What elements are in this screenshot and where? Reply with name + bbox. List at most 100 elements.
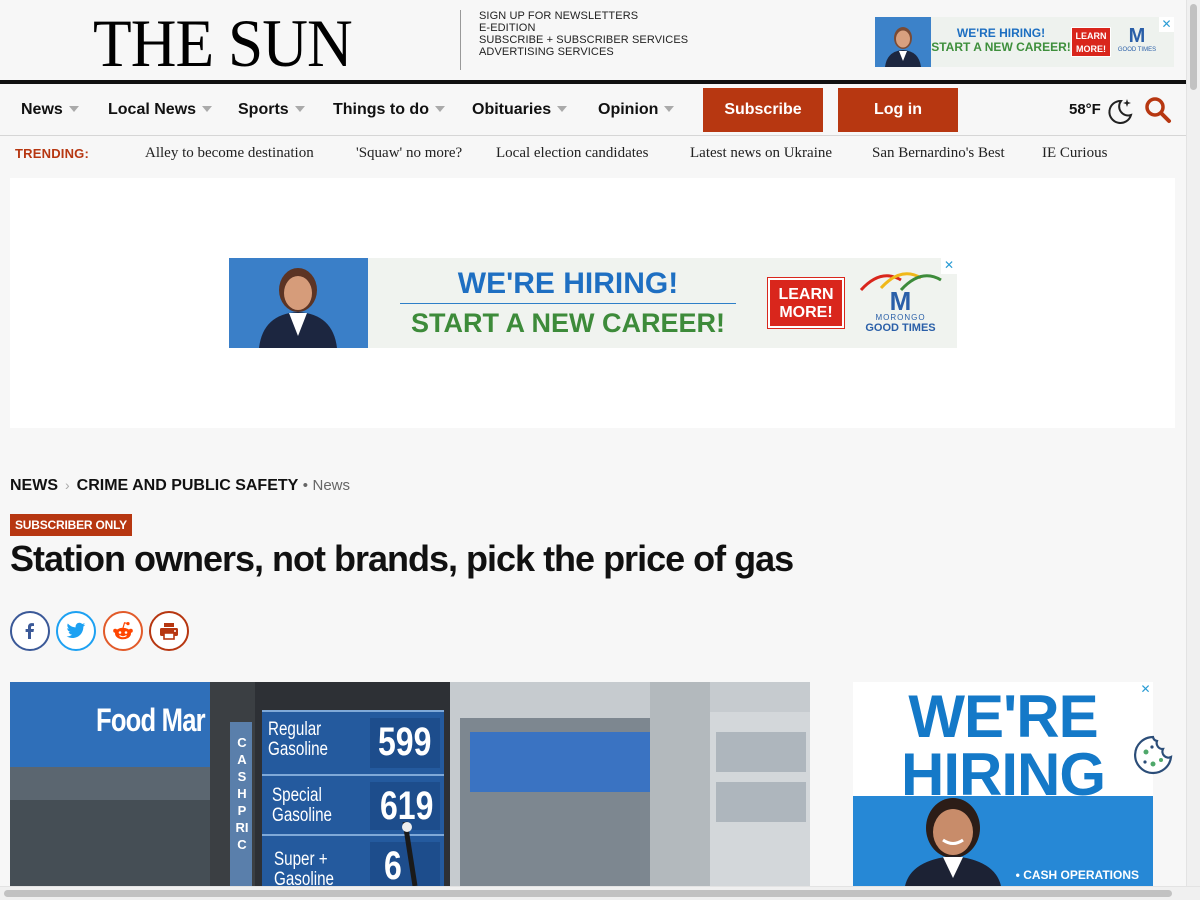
trending-link[interactable]: IE Curious	[1042, 145, 1107, 162]
nav-label: Opinion	[598, 101, 659, 118]
breadcrumb-bullet: •	[302, 477, 309, 494]
twitter-share-button[interactable]	[56, 611, 96, 651]
vertical-scrollbar[interactable]	[1186, 0, 1200, 886]
store-sign-text: Food Mar	[96, 702, 206, 738]
print-icon	[160, 623, 178, 640]
breadcrumb-subsection[interactable]: CRIME AND PUBLIC SAFETY	[77, 477, 299, 494]
article-hero-image[interactable]: Food Mar CASH PRIC Regular Gasoline 599 …	[10, 682, 810, 886]
side-ad-footer: • CASH OPERATIONS	[1015, 868, 1139, 882]
ad-container: WE'RE HIRING! START A NEW CAREER! LEARN …	[10, 178, 1175, 428]
top-ad-brand-sub: GOOD TIMES	[1117, 47, 1157, 53]
subscriber-only-badge: SUBSCRIBER ONLY	[10, 514, 132, 536]
price-row-regular: Regular Gasoline	[268, 720, 343, 760]
nav-label: Sports	[238, 101, 289, 118]
nav-label: News	[21, 101, 63, 118]
nav-item-opinion[interactable]: Opinion	[598, 101, 675, 119]
nav-item-things-to-do[interactable]: Things to do	[333, 101, 445, 119]
page: THE SUN SIGN UP FOR NEWSLETTERS E-EDITIO…	[0, 0, 1200, 900]
search-icon[interactable]	[1144, 96, 1172, 124]
chevron-right-icon: ›	[65, 477, 70, 493]
fuel-grade: Gasoline	[272, 805, 332, 826]
trending-link[interactable]: 'Squaw' no more?	[356, 145, 462, 162]
masthead: THE SUN SIGN UP FOR NEWSLETTERS E-EDITIO…	[0, 0, 1186, 80]
facebook-share-button[interactable]	[10, 611, 50, 651]
nav-label: Local News	[108, 101, 197, 118]
e-edition-link[interactable]: E-EDITION	[479, 22, 688, 34]
nav-label: Things to do	[333, 101, 429, 118]
trending-label: TRENDING:	[15, 146, 90, 161]
side-ad-headline: WE'RE HIRING	[853, 683, 1153, 805]
login-button[interactable]: Log in	[838, 88, 958, 132]
chevron-down-icon	[68, 106, 79, 112]
masthead-divider	[460, 10, 461, 70]
fuel-price: 6	[384, 844, 402, 886]
top-ad-line2: START A NEW CAREER!	[931, 40, 1071, 54]
chevron-down-icon	[202, 106, 213, 112]
moon-icon[interactable]	[1105, 96, 1135, 126]
breadcrumb-section[interactable]: NEWS	[10, 477, 58, 494]
side-ad-headline-line1: WE'RE	[908, 683, 1098, 750]
advertising-link[interactable]: ADVERTISING SERVICES	[479, 46, 688, 58]
banner-ad-cta[interactable]: LEARN MORE!	[768, 278, 844, 328]
breadcrumb: NEWS › CRIME AND PUBLIC SAFETY • News	[10, 477, 350, 495]
fuel-grade: Super +	[274, 849, 328, 870]
main-nav: News Local News Sports Things to do Obit…	[0, 84, 1186, 136]
subscriber-services-link[interactable]: SUBSCRIBE + SUBSCRIBER SERVICES	[479, 34, 688, 46]
cookie-icon[interactable]	[1133, 735, 1173, 775]
top-ad-line1: WE'RE HIRING!	[956, 26, 1046, 40]
vertical-scroll-thumb[interactable]	[1190, 4, 1197, 90]
side-ad[interactable]: WE'RE HIRING • CASH OPERATIONS ✕	[853, 682, 1153, 886]
side-ad-person-photo	[905, 798, 1001, 886]
fuel-price: 619	[380, 784, 434, 828]
side-ad-close-icon[interactable]: ✕	[1138, 682, 1153, 697]
top-ad-close-icon[interactable]: ✕	[1159, 17, 1174, 32]
banner-ad-line2: START A NEW CAREER!	[411, 308, 725, 338]
print-button[interactable]	[149, 611, 189, 651]
trending-link[interactable]: Latest news on Ukraine	[690, 145, 832, 162]
banner-ad-rule	[400, 303, 736, 304]
reddit-share-button[interactable]	[103, 611, 143, 651]
nav-item-sports[interactable]: Sports	[238, 101, 305, 119]
banner-ad-brand-sub2: GOOD TIMES	[865, 322, 936, 334]
site-logo[interactable]: THE SUN	[93, 8, 353, 78]
masthead-links: SIGN UP FOR NEWSLETTERS E-EDITION SUBSCR…	[479, 10, 688, 58]
banner-ad[interactable]: WE'RE HIRING! START A NEW CAREER! LEARN …	[229, 258, 957, 348]
banner-ad-person-photo	[229, 258, 368, 348]
facebook-icon	[25, 623, 34, 639]
fuel-grade: Gasoline	[274, 869, 334, 887]
banner-ad-text: WE'RE HIRING! START A NEW CAREER!	[368, 258, 768, 348]
fuel-grade: Special	[272, 785, 322, 806]
top-ad-brand: M GOOD TIMES	[1111, 17, 1163, 67]
top-ad[interactable]: WE'RE HIRING! START A NEW CAREER! LEARN …	[875, 17, 1174, 67]
chevron-down-icon	[557, 106, 568, 112]
nav-label: Obituaries	[472, 101, 552, 118]
horizontal-scrollbar[interactable]	[0, 886, 1200, 900]
nav-item-obituaries[interactable]: Obituaries	[472, 101, 568, 119]
banner-ad-close-icon[interactable]: ✕	[941, 258, 957, 274]
trending-link[interactable]: San Bernardino's Best	[872, 145, 1005, 162]
subscribe-button[interactable]: Subscribe	[703, 88, 823, 132]
trending-bar: TRENDING: Alley to become destination 'S…	[0, 137, 1186, 169]
price-sign-vertical: CASH PRIC	[235, 735, 249, 852]
banner-ad-brand-sub1: MORONGO	[875, 313, 926, 322]
price-row-special: Special Gasoline	[272, 786, 347, 826]
chevron-down-icon	[434, 106, 445, 112]
price-row-super: Super + Gasoline	[274, 849, 349, 887]
top-ad-text: WE'RE HIRING! START A NEW CAREER!	[931, 17, 1071, 67]
fuel-grade: Gasoline	[268, 739, 328, 760]
newsletter-link[interactable]: SIGN UP FOR NEWSLETTERS	[479, 10, 688, 22]
nav-item-news[interactable]: News	[21, 101, 79, 119]
nav-item-local-news[interactable]: Local News	[108, 101, 213, 119]
fuel-price: 599	[378, 720, 432, 764]
chevron-down-icon	[294, 106, 305, 112]
fuel-grade: Regular	[268, 719, 322, 740]
horizontal-scroll-thumb[interactable]	[4, 890, 1172, 897]
article-headline: Station owners, not brands, pick the pri…	[10, 538, 794, 579]
banner-ad-line1: WE'RE HIRING!	[457, 267, 679, 300]
banner-ad-brand-mark: M	[889, 286, 912, 316]
trending-link[interactable]: Local election candidates	[496, 145, 648, 162]
top-ad-cta[interactable]: LEARN MORE!	[1071, 27, 1111, 57]
trending-link[interactable]: Alley to become destination	[145, 145, 314, 162]
breadcrumb-tag[interactable]: News	[312, 477, 350, 494]
weather-temp[interactable]: 58°F	[1069, 101, 1101, 118]
